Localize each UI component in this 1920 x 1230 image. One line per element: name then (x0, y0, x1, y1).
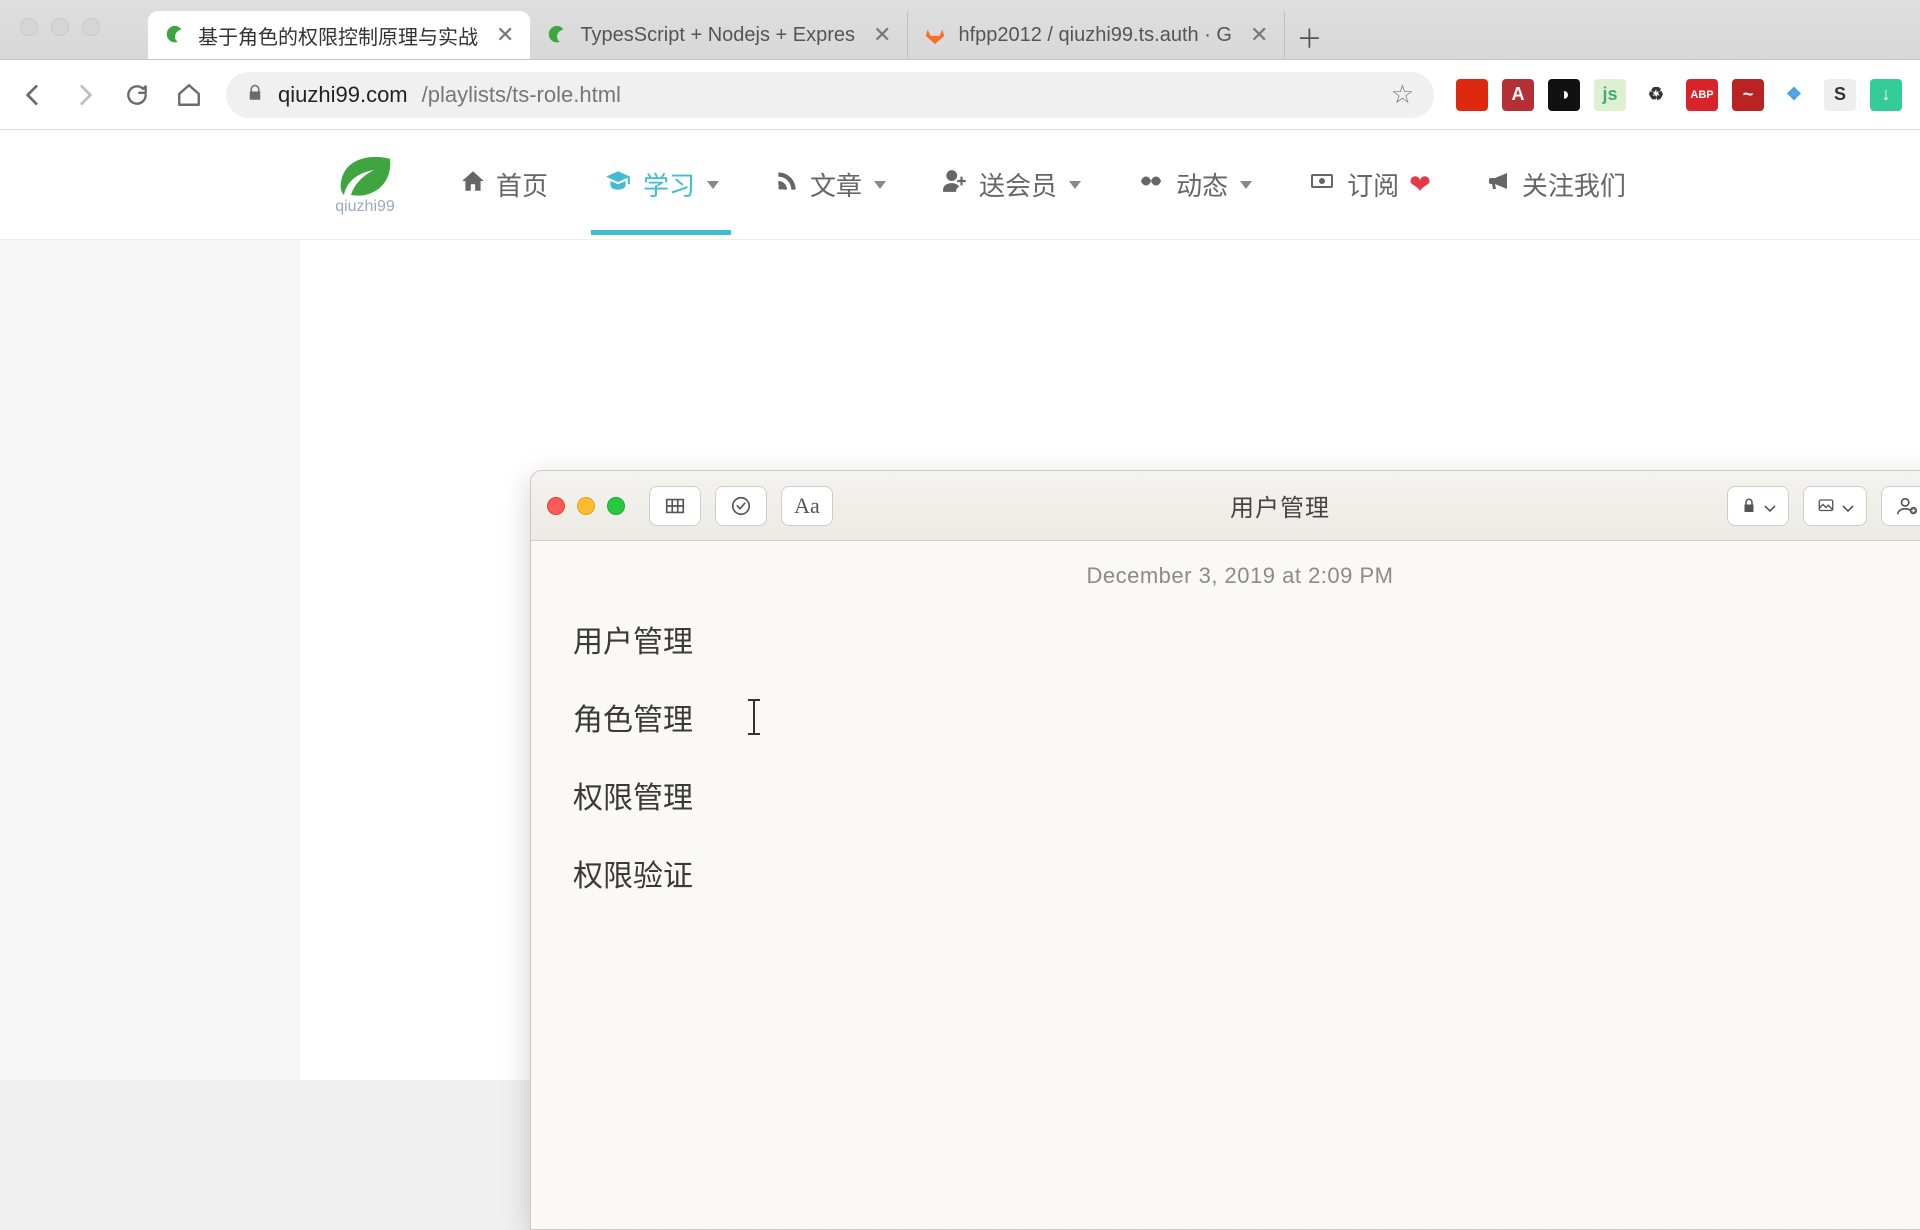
outer-window-traffic-lights (20, 18, 100, 36)
nav-label: 学习 (643, 166, 695, 203)
nav-item-cash[interactable]: 订阅 ❤ (1307, 166, 1431, 203)
url-path: /playlists/ts-role.html (422, 82, 621, 108)
rss-icon (774, 168, 800, 201)
leaf-icon (164, 24, 186, 46)
nav-item-home[interactable]: 首页 (460, 166, 548, 203)
nav-item-rss[interactable]: 文章 (774, 166, 886, 203)
tab-title: 基于角色的权限控制原理与实战 (198, 21, 478, 50)
url-domain: qiuzhi99.com (278, 82, 408, 108)
media-dropdown-button[interactable] (1803, 486, 1867, 526)
notes-app-window: Aa 用户管理 (530, 470, 1920, 1230)
outer-min-dot[interactable] (51, 18, 69, 36)
hands-icon (1136, 169, 1166, 200)
nav-label: 首页 (496, 166, 548, 203)
back-button[interactable] (18, 80, 48, 110)
site-logo[interactable]: qiuzhi99 (320, 154, 410, 216)
text-cursor (753, 701, 755, 733)
home-button[interactable] (174, 80, 204, 110)
notes-minimize-button[interactable] (577, 497, 595, 515)
notes-window-title: 用户管理 (847, 488, 1713, 523)
notes-close-button[interactable] (547, 497, 565, 515)
nav-label: 文章 (810, 166, 862, 203)
home-icon (460, 168, 486, 201)
user-plus-icon (941, 168, 969, 201)
nav-item-grad[interactable]: 学习 (603, 166, 719, 203)
chevron-down-icon (1842, 493, 1854, 519)
notes-titlebar: Aa 用户管理 (531, 471, 1920, 541)
horn-icon (1486, 169, 1512, 200)
browser-tab-active[interactable]: 基于角色的权限控制原理与实战 ✕ (148, 11, 530, 59)
extension-v-ext[interactable]: ❖ (1778, 79, 1810, 111)
nav-item-user-plus[interactable]: 送会员 (941, 166, 1081, 203)
extension-cn-flag[interactable] (1456, 79, 1488, 111)
webpage: qiuzhi99 首页 学习 文章 送会员 动态 订阅 ❤ 关注我们 Aa 用户管理 (0, 130, 1920, 1080)
cash-icon (1307, 169, 1337, 200)
outer-max-dot[interactable] (82, 18, 100, 36)
extension-s-ext[interactable]: S (1824, 79, 1856, 111)
note-text: 权限管理 (573, 773, 693, 817)
heart-icon: ❤ (1409, 169, 1431, 200)
outer-close-dot[interactable] (20, 18, 38, 36)
new-tab-button[interactable]: ＋ (1287, 15, 1331, 59)
nav-label: 订阅 (1347, 166, 1399, 203)
note-line[interactable]: 权限管理 (573, 773, 1907, 817)
nav-label: 送会员 (979, 166, 1057, 203)
browser-tab[interactable]: hfpp2012 / qiuzhi99.ts.auth · G ✕ (908, 11, 1285, 59)
note-text: 用户管理 (573, 617, 693, 661)
site-nav: qiuzhi99 首页 学习 文章 送会员 动态 订阅 ❤ 关注我们 (0, 130, 1920, 240)
note-line[interactable]: 用户管理 (573, 617, 1907, 661)
extension-abp-ext[interactable]: ABP (1686, 79, 1718, 111)
notes-date: December 3, 2019 at 2:09 PM (573, 563, 1907, 589)
tab-title: hfpp2012 / qiuzhi99.ts.auth · G (958, 24, 1232, 47)
chevron-down-icon (1764, 493, 1776, 519)
forward-button[interactable] (70, 80, 100, 110)
close-icon[interactable]: ✕ (873, 22, 891, 48)
extensions-tray: A ◑ js ♻ ABP ~ ❖ S ↓ (1456, 79, 1902, 111)
note-line[interactable]: 权限验证 (573, 851, 1907, 895)
notes-maximize-button[interactable] (607, 497, 625, 515)
checklist-button[interactable] (715, 486, 767, 526)
browser-tabs-bar: 基于角色的权限控制原理与实战 ✕ TypesScript + Nodejs + … (0, 0, 1920, 60)
close-icon[interactable]: ✕ (1250, 22, 1268, 48)
nav-item-hands[interactable]: 动态 (1136, 166, 1252, 203)
note-text: 角色管理 (573, 695, 693, 739)
nav-item-horn[interactable]: 关注我们 (1486, 166, 1626, 203)
chevron-down-icon (1240, 181, 1252, 189)
browser-address-bar: qiuzhi99.com/playlists/ts-role.html ☆ A ◑… (0, 60, 1920, 130)
table-view-button[interactable] (649, 486, 701, 526)
lock-dropdown-button[interactable] (1727, 486, 1789, 526)
extension-recycle-ext[interactable]: ♻ (1640, 79, 1672, 111)
chevron-down-icon (707, 181, 719, 189)
nav-label: 关注我们 (1522, 166, 1626, 203)
browser-tab[interactable]: TypesScript + Nodejs + Expres ✕ (530, 11, 908, 59)
notes-traffic-lights (547, 497, 625, 515)
url-field[interactable]: qiuzhi99.com/playlists/ts-role.html ☆ (226, 72, 1434, 118)
tab-title: TypesScript + Nodejs + Expres (580, 24, 855, 47)
chevron-down-icon (1069, 181, 1081, 189)
brand-text: qiuzhi99 (335, 198, 395, 216)
note-text: 权限验证 (573, 851, 693, 895)
extension-dl-ext[interactable]: ↓ (1870, 79, 1902, 111)
extension-a-ext[interactable]: A (1502, 79, 1534, 111)
nav-label: 动态 (1176, 166, 1228, 203)
grad-icon (603, 168, 633, 201)
chevron-down-icon (874, 181, 886, 189)
gitlab-icon (924, 24, 946, 46)
note-line[interactable]: 角色管理 (573, 695, 1907, 739)
notes-body[interactable]: December 3, 2019 at 2:09 PM 用户管理角色管理权限管理… (531, 541, 1920, 1229)
lock-icon (246, 82, 264, 108)
leaf-icon (546, 24, 568, 46)
extension-wave-ext[interactable]: ~ (1732, 79, 1764, 111)
close-icon[interactable]: ✕ (496, 22, 514, 48)
reload-button[interactable] (122, 80, 152, 110)
share-add-person-button[interactable] (1881, 486, 1920, 526)
extension-panda-ext[interactable]: ◑ (1548, 79, 1580, 111)
extension-js-ext[interactable]: js (1594, 79, 1626, 111)
format-button[interactable]: Aa (781, 486, 833, 526)
bookmark-star-icon[interactable]: ☆ (1391, 79, 1414, 110)
